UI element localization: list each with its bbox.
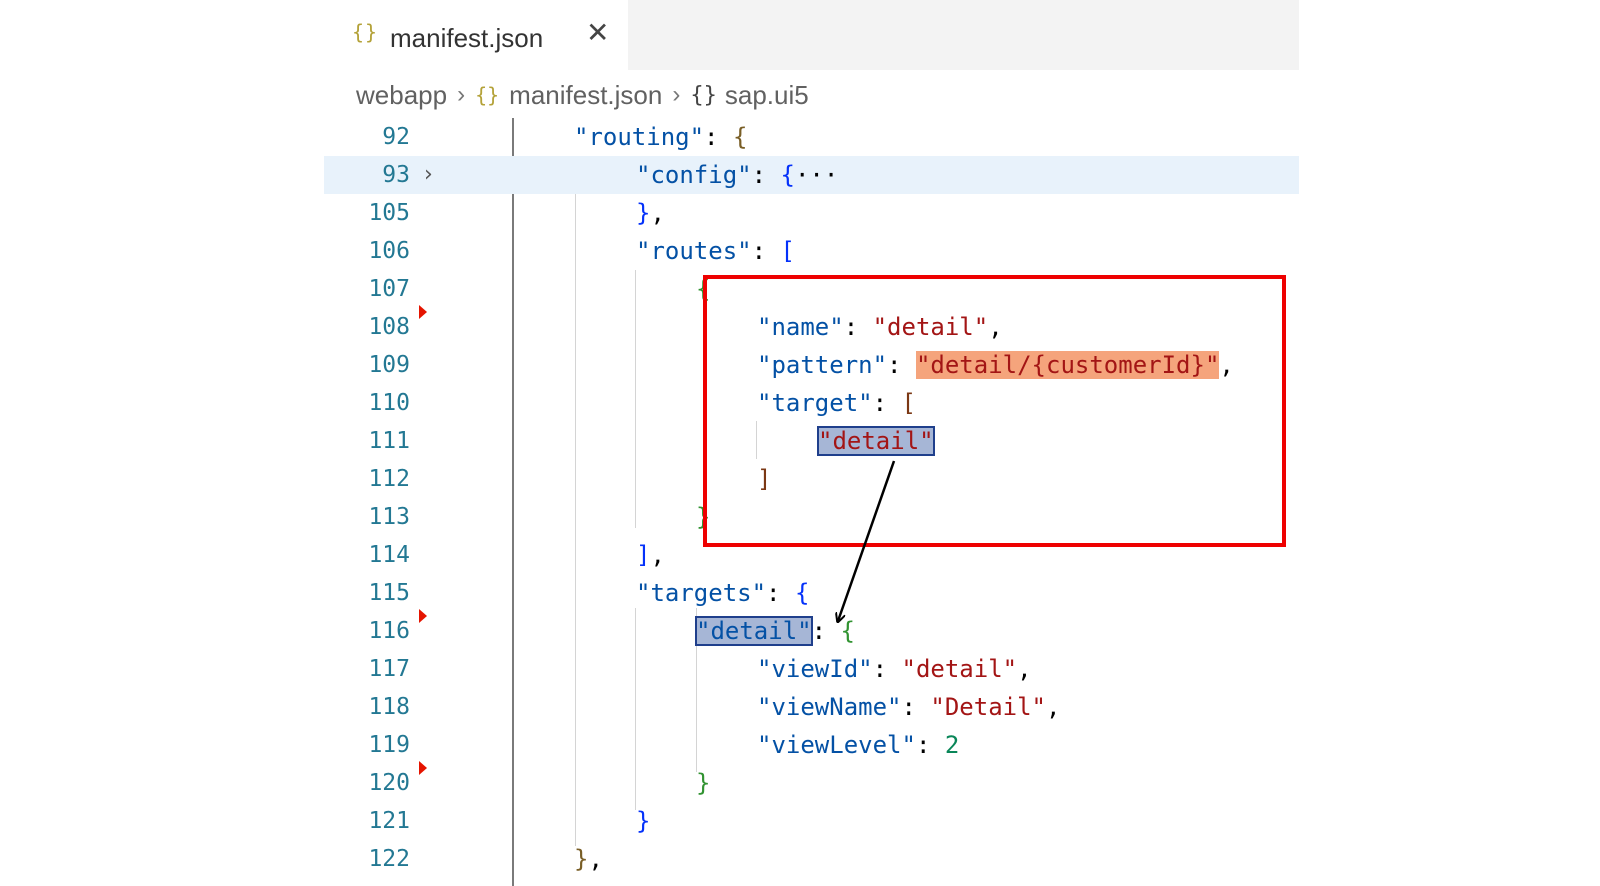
- close-brace: }: [636, 199, 651, 227]
- colon: :: [915, 731, 945, 759]
- json-key: "routing": [574, 123, 705, 151]
- colon: :: [751, 161, 781, 189]
- colon: :: [901, 693, 931, 721]
- comma: ,: [588, 845, 603, 873]
- line-number: 122: [368, 846, 410, 872]
- tab-label: manifest.json: [390, 23, 544, 53]
- json-key: "config": [636, 161, 752, 189]
- line-number: 110: [368, 390, 410, 416]
- breakpoint-marker[interactable]: [419, 761, 427, 775]
- open-bracket: [: [780, 237, 795, 265]
- code-text: "detail": {: [695, 612, 855, 650]
- line-number: 106: [368, 238, 410, 264]
- code-text: "routing": {: [574, 118, 747, 156]
- colon: :: [704, 123, 733, 151]
- line-number: 92: [382, 124, 410, 150]
- colon: :: [766, 579, 795, 607]
- close-brace: }: [636, 807, 651, 835]
- line-number: 115: [368, 580, 410, 606]
- code-text: },: [574, 840, 603, 878]
- breadcrumb-separator: ›: [672, 81, 681, 108]
- code-line-92: 92 "routing": {: [324, 118, 1299, 156]
- json-braces-icon: {}: [475, 83, 500, 107]
- json-key: "viewName": [757, 693, 902, 721]
- breakpoint-marker[interactable]: [419, 305, 427, 319]
- target-key-selection[interactable]: "detail": [695, 616, 813, 646]
- line-number: 116: [368, 618, 410, 644]
- code-text: "viewLevel": 2: [757, 726, 959, 764]
- breadcrumb-separator: ›: [457, 81, 466, 108]
- code-text: "targets": {: [636, 574, 809, 612]
- line-number: 107: [368, 276, 410, 302]
- line-number: 112: [368, 466, 410, 492]
- code-line-118: 118 "viewName": "Detail",: [324, 688, 1299, 726]
- line-number: 114: [368, 542, 410, 568]
- code-text: "viewName": "Detail",: [757, 688, 1060, 726]
- open-brace: {: [794, 579, 810, 607]
- line-number: 118: [368, 694, 410, 720]
- json-key: "viewId": [757, 655, 873, 683]
- json-string: "detail": [901, 655, 1018, 683]
- close-icon[interactable]: ✕: [586, 18, 609, 48]
- colon: :: [811, 617, 841, 645]
- code-line-119: 119 "viewLevel": 2: [324, 726, 1299, 764]
- annotation-box: [703, 275, 1286, 547]
- code-text: },: [636, 194, 665, 232]
- line-number: 121: [368, 808, 410, 834]
- json-key: "targets": [636, 579, 767, 607]
- code-line-116: 116 "detail": {: [324, 612, 1299, 650]
- json-braces-icon: {}: [352, 20, 379, 44]
- line-number: 109: [368, 352, 410, 378]
- open-brace: {: [840, 617, 855, 645]
- tab-bar: {} manifest.json ✕: [324, 0, 1299, 70]
- open-brace: {: [732, 123, 748, 151]
- code-text: }: [696, 764, 710, 802]
- comma: ,: [1046, 693, 1061, 721]
- colon: :: [872, 655, 902, 683]
- line-number: 120: [368, 770, 410, 796]
- breadcrumb-node[interactable]: sap.ui5: [725, 80, 809, 111]
- breadcrumb: webapp › {} manifest.json › {} sap.ui5: [356, 78, 809, 112]
- code-text: "viewId": "detail",: [757, 650, 1032, 688]
- line-number: 108: [368, 314, 410, 340]
- code-line-121: 121 }: [324, 802, 1299, 840]
- code-line-122: 122 },: [324, 840, 1299, 878]
- json-key: "viewLevel": [757, 731, 916, 759]
- line-number: 111: [368, 428, 410, 454]
- code-line-120: 120 }: [324, 764, 1299, 802]
- object-braces-icon: {}: [690, 82, 717, 108]
- code-line-115: 115 "targets": {: [324, 574, 1299, 612]
- breadcrumb-file[interactable]: manifest.json: [509, 80, 662, 111]
- comma: ,: [1017, 655, 1032, 683]
- breadcrumb-folder[interactable]: webapp: [356, 80, 447, 111]
- close-brace: }: [696, 769, 711, 797]
- line-number: 93: [382, 162, 410, 188]
- comma: ,: [650, 541, 665, 569]
- code-text: "routes": [: [636, 232, 795, 270]
- line-number: 113: [368, 504, 410, 530]
- open-brace: {: [780, 161, 795, 189]
- code-line-93: 93 › "config": {···: [324, 156, 1299, 194]
- line-number: 119: [368, 732, 410, 758]
- tab-manifest-json[interactable]: {} manifest.json ✕: [324, 0, 628, 70]
- code-line-117: 117 "viewId": "detail",: [324, 650, 1299, 688]
- breakpoint-marker[interactable]: [419, 609, 427, 623]
- line-number: 117: [368, 656, 410, 682]
- close-bracket: ]: [636, 541, 651, 569]
- chevron-right-icon[interactable]: ›: [424, 156, 433, 194]
- code-line-106: 106 "routes": [: [324, 232, 1299, 270]
- json-number: 2: [944, 731, 960, 759]
- folded-ellipsis[interactable]: ···: [795, 161, 838, 189]
- json-key: "routes": [636, 237, 752, 265]
- code-line-105: 105 },: [324, 194, 1299, 232]
- code-text: ],: [636, 536, 665, 574]
- colon: :: [751, 237, 781, 265]
- json-string: "Detail": [930, 693, 1046, 721]
- code-text: }: [636, 802, 650, 840]
- code-text: "config": {···: [636, 156, 838, 194]
- close-brace: }: [574, 845, 589, 873]
- line-number: 105: [368, 200, 410, 226]
- comma: ,: [650, 199, 665, 227]
